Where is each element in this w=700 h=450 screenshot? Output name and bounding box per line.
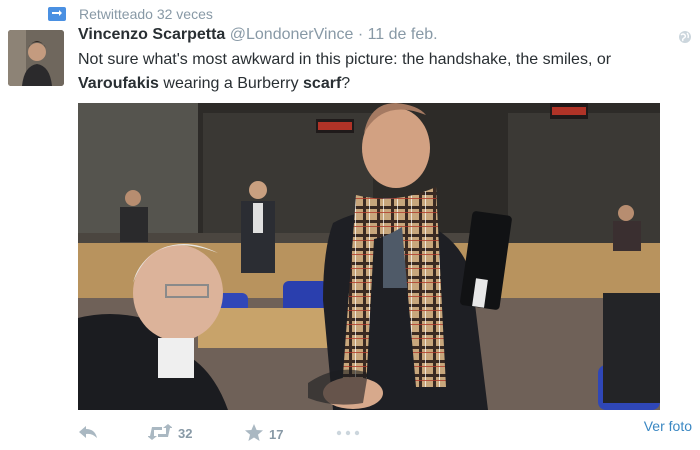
more-button[interactable] — [336, 424, 360, 439]
reply-button[interactable] — [78, 424, 98, 443]
retweet-badge-icon — [48, 7, 66, 21]
favorite-count: 17 — [269, 426, 284, 442]
retweet-icon — [147, 424, 173, 443]
avatar-image — [8, 30, 64, 86]
tweet-text-bold-name: Varoufakis — [78, 75, 159, 92]
tweet-text-part3: ? — [341, 75, 351, 92]
reply-icon — [78, 424, 98, 443]
photo-illustration — [78, 103, 660, 410]
more-dots-icon — [336, 424, 360, 439]
tweet-date[interactable]: 11 de feb. — [368, 26, 438, 43]
author-name[interactable]: Vincenzo Scarpetta — [78, 26, 225, 43]
separator-dot: · — [357, 26, 364, 43]
tweet-text-bold-scarf: scarf — [303, 75, 342, 92]
retweet-count-label[interactable]: Retwitteado 32 veces — [79, 6, 213, 22]
globe-icon — [678, 30, 692, 49]
avatar[interactable] — [8, 30, 64, 86]
tweet-header: Vincenzo Scarpetta @LondonerVince · 11 d… — [78, 26, 438, 44]
tweet-text-part1: Not sure what's most awkward in this pic… — [78, 51, 612, 68]
star-icon — [245, 424, 263, 444]
favorite-button[interactable]: 17 — [245, 424, 283, 444]
tweet-text: Not sure what's most awkward in this pic… — [78, 48, 678, 96]
tweet-text-part2: wearing a Burberry — [163, 75, 299, 92]
author-handle[interactable]: @LondonerVince — [230, 26, 354, 43]
view-photo-link[interactable]: Ver foto — [644, 418, 692, 434]
retweet-context: Retwitteado 32 veces — [48, 6, 213, 22]
retweet-count: 32 — [178, 426, 193, 441]
tweet-actions: 32 17 — [78, 424, 698, 446]
tweet-photo[interactable] — [78, 103, 660, 410]
retweet-button[interactable]: 32 — [147, 424, 193, 443]
